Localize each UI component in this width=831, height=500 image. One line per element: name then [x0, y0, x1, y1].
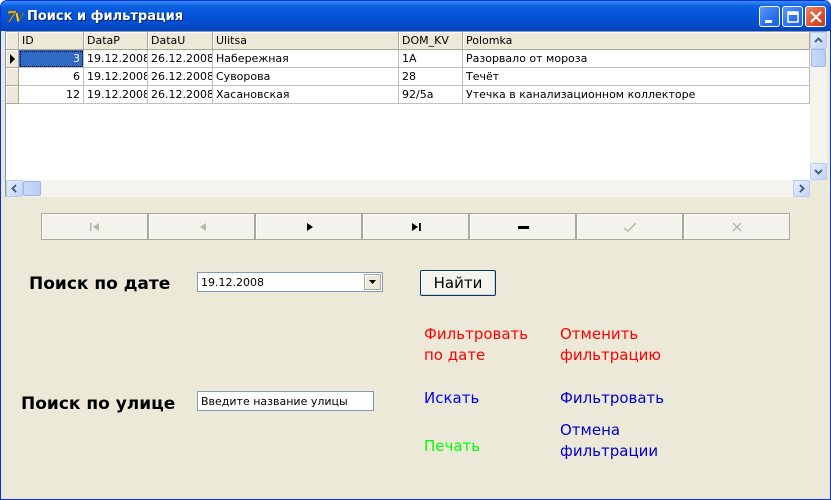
nav-last-button[interactable]	[362, 213, 469, 240]
title-bar[interactable]: 7 V Поиск и фильтрация	[1, 1, 830, 31]
close-icon	[810, 11, 822, 23]
chevron-down-icon	[814, 169, 823, 175]
table-row-cell-dom-kv[interactable]: 28	[399, 68, 463, 86]
post-check-icon	[623, 222, 637, 232]
table-row-cell-ulitsa[interactable]: Набережная	[213, 50, 399, 68]
table-row-cell-polomka[interactable]: Утечка в канализационном коллекторе	[463, 86, 810, 104]
table-row-cell-dom-kv[interactable]: 92/5а	[399, 86, 463, 104]
delphi-app-icon: 7 V	[6, 8, 24, 25]
search-filter-window: 7 V Поиск и фильтрация ID DataP DataU Ul…	[0, 0, 831, 500]
column-header-id[interactable]: ID	[19, 32, 84, 50]
chevron-left-icon	[11, 184, 17, 193]
svg-text:V: V	[14, 11, 24, 25]
cancel-filtration-line2: фильтрации	[560, 442, 659, 460]
row-indicator[interactable]	[6, 68, 19, 86]
nav-cancel-button[interactable]	[683, 213, 790, 240]
table-row-cell-id[interactable]: 6	[19, 68, 84, 86]
nav-first-button[interactable]	[41, 213, 148, 240]
db-navigator	[41, 213, 791, 240]
filter-by-date-line2: по дате	[424, 346, 486, 364]
cancel-filter-link[interactable]: Отменить фильтрацию	[560, 324, 661, 366]
grid-header-indicator	[6, 32, 19, 50]
table-row-cell-polomka[interactable]: Течёт	[463, 68, 810, 86]
minimize-button[interactable]	[759, 6, 780, 27]
column-header-polomka[interactable]: Polomka	[463, 32, 810, 50]
table-row-cell-datap[interactable]: 19.12.2008	[84, 86, 148, 104]
nav-next-button[interactable]	[255, 213, 362, 240]
row-indicator-current[interactable]	[6, 50, 19, 68]
table-row-cell-id[interactable]: 3	[19, 50, 84, 68]
nav-post-button[interactable]	[576, 213, 683, 240]
find-button[interactable]: Найти	[420, 270, 496, 296]
prior-record-icon	[200, 223, 206, 231]
cancel-filter-line1: Отменить	[560, 325, 639, 343]
filter-by-date-line1: Фильтровать	[424, 325, 529, 343]
column-header-datap[interactable]: DataP	[84, 32, 148, 50]
maximize-button[interactable]	[782, 6, 803, 27]
close-button[interactable]	[805, 6, 826, 27]
print-link[interactable]: Печать	[424, 436, 480, 457]
table-row-cell-id[interactable]: 12	[19, 86, 84, 104]
scroll-left-button[interactable]	[6, 180, 23, 197]
street-input[interactable]: Введите название улицы	[197, 391, 374, 411]
window-title: Поиск и фильтрация	[27, 9, 184, 24]
minimize-icon	[765, 20, 772, 23]
search-link[interactable]: Искать	[424, 388, 479, 409]
current-row-arrow-icon	[10, 54, 15, 64]
vertical-scroll-thumb[interactable]	[811, 49, 826, 67]
column-header-dom-kv[interactable]: DOM_KV	[399, 32, 463, 50]
nav-prior-button[interactable]	[148, 213, 255, 240]
table-row-cell-datau[interactable]: 26.12.2008	[148, 68, 213, 86]
filter-by-date-link[interactable]: Фильтровать по дате	[424, 324, 528, 366]
table-row-cell-dom-kv[interactable]: 1А	[399, 50, 463, 68]
column-header-datau[interactable]: DataU	[148, 32, 213, 50]
scroll-up-button[interactable]	[810, 32, 827, 49]
next-record-icon	[307, 223, 313, 231]
table-row-cell-datau[interactable]: 26.12.2008	[148, 86, 213, 104]
date-search-label: Поиск по дате	[29, 274, 171, 294]
horizontal-scrollbar[interactable]	[6, 180, 810, 197]
table-row-cell-datau[interactable]: 26.12.2008	[148, 50, 213, 68]
records-grid[interactable]: ID DataP DataU Ulitsa DOM_KV Polomka 3 1…	[5, 31, 827, 197]
maximize-icon	[787, 11, 799, 23]
last-record-icon	[412, 223, 421, 231]
filter-link[interactable]: Фильтровать	[560, 388, 664, 409]
cancel-filtration-link[interactable]: Отмена фильтрации	[560, 420, 658, 462]
horizontal-scroll-thumb[interactable]	[23, 181, 41, 196]
table-row-cell-datap[interactable]: 19.12.2008	[84, 68, 148, 86]
date-dropdown-button[interactable]	[364, 274, 381, 290]
chevron-right-icon	[799, 184, 805, 193]
nav-delete-button[interactable]	[469, 213, 576, 240]
first-record-icon	[90, 223, 99, 231]
table-row-cell-ulitsa[interactable]: Суворова	[213, 68, 399, 86]
chevron-up-icon	[814, 37, 823, 43]
date-combobox[interactable]: 19.12.2008	[197, 272, 383, 292]
scroll-right-button[interactable]	[793, 180, 810, 197]
column-header-ulitsa[interactable]: Ulitsa	[213, 32, 399, 50]
date-combobox-value: 19.12.2008	[201, 276, 264, 289]
street-search-label: Поиск по улице	[21, 394, 176, 414]
table-row-cell-ulitsa[interactable]: Хасановская	[213, 86, 399, 104]
table-row-cell-datap[interactable]: 19.12.2008	[84, 50, 148, 68]
scroll-down-button[interactable]	[810, 163, 827, 180]
row-indicator[interactable]	[6, 86, 19, 104]
delete-record-icon	[518, 226, 529, 229]
cancel-filtration-line1: Отмена	[560, 421, 621, 439]
cancel-x-icon	[732, 222, 742, 232]
table-row-cell-polomka[interactable]: Разорвало от мороза	[463, 50, 810, 68]
cancel-filter-line2: фильтрацию	[560, 346, 662, 364]
scrollbar-corner	[810, 180, 827, 197]
vertical-scrollbar[interactable]	[810, 32, 827, 180]
chevron-down-icon	[369, 280, 376, 284]
